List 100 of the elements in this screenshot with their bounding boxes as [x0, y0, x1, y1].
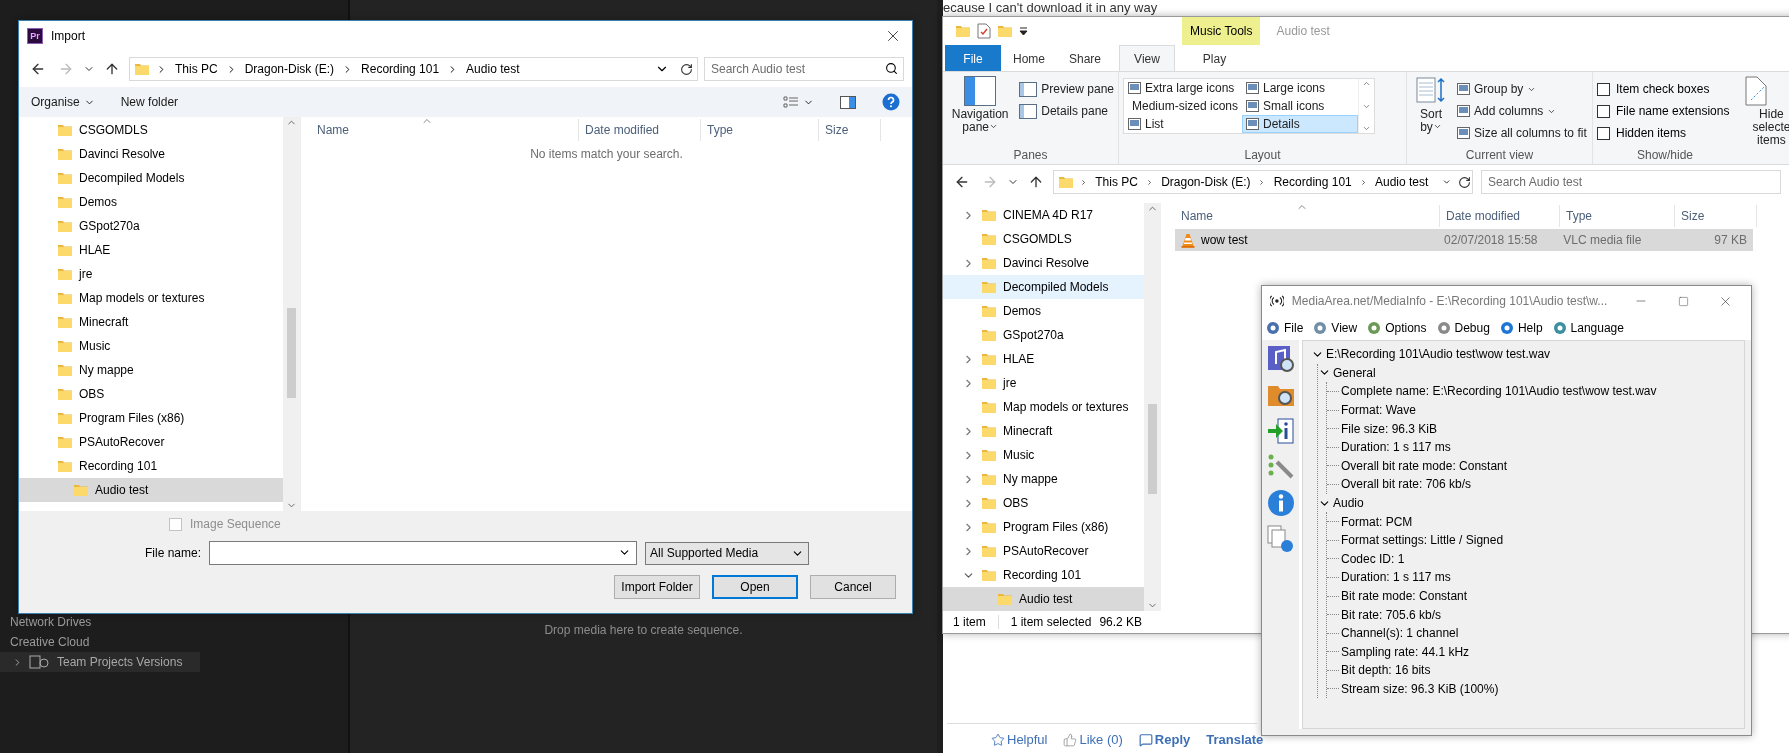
music-file-icon[interactable]	[1265, 344, 1296, 374]
dialog-button[interactable]: Import Folder	[614, 575, 700, 599]
post-action-link[interactable]: Translate	[1206, 732, 1264, 747]
breadcrumb-item[interactable]: Audio test	[1373, 175, 1431, 189]
file-name-field[interactable]	[209, 541, 638, 565]
folder-item[interactable]: Recording 101	[19, 454, 283, 478]
folder-item[interactable]: Map models or textures	[19, 286, 283, 310]
column-header[interactable]: Name	[1175, 205, 1440, 227]
new-folder-button[interactable]: New folder	[120, 95, 179, 109]
folder-item[interactable]: HLAE	[943, 347, 1144, 371]
checkbox[interactable]	[1597, 82, 1610, 96]
documents-globe-icon[interactable]	[1265, 524, 1296, 554]
column-header[interactable]: Type	[701, 119, 819, 141]
scrollbar[interactable]	[283, 117, 300, 511]
folder-item[interactable]: Decompiled Models	[943, 275, 1144, 299]
breadcrumb-item[interactable]: Recording 101	[359, 62, 442, 76]
ribbon-tab[interactable]: File	[945, 45, 1001, 71]
export-info-icon[interactable]	[1265, 416, 1296, 446]
panel-item[interactable]: Network Drives	[0, 612, 92, 632]
layout-option[interactable]: List	[1124, 115, 1242, 133]
post-action-link[interactable]: Reply	[1138, 732, 1191, 747]
folder-item[interactable]: jre	[19, 262, 283, 286]
menu-item[interactable]: File	[1266, 321, 1304, 335]
size-columns-button[interactable]: Size all columns to fit	[1457, 124, 1587, 142]
column-header[interactable]: Type	[1560, 205, 1675, 227]
organise-menu[interactable]: Organise	[31, 95, 95, 109]
folder-item[interactable]: Ny mappe	[943, 467, 1144, 491]
layout-option[interactable]: Medium-sized icons	[1124, 97, 1242, 115]
folder-item[interactable]: Decompiled Models	[19, 166, 283, 190]
tree-node[interactable]: E:\Recording 101\Audio test\wow test.wav	[1326, 347, 1551, 362]
folder-item[interactable]: HLAE	[19, 238, 283, 262]
tree-node[interactable]: General	[1333, 365, 1376, 380]
breadcrumb-item[interactable]: Dragon-Disk (E:)	[242, 62, 337, 76]
breadcrumb-item[interactable]: This PC	[173, 62, 220, 76]
view-options-button[interactable]	[783, 96, 814, 108]
menu-item[interactable]: Debug	[1436, 321, 1490, 335]
preview-pane-button[interactable]	[840, 95, 856, 109]
panel-item[interactable]: Creative Cloud	[0, 632, 90, 652]
folder-item[interactable]: CSGOMDLS	[19, 118, 283, 142]
folder-item[interactable]: OBS	[19, 382, 283, 406]
menu-item[interactable]: Language	[1552, 321, 1624, 335]
folder-item[interactable]: Music	[943, 443, 1144, 467]
folder-item[interactable]: Ny mappe	[19, 358, 283, 382]
folder-item[interactable]: Demos	[943, 299, 1144, 323]
column-header[interactable]: Date modified	[579, 119, 701, 141]
scrollbar[interactable]	[1144, 203, 1161, 611]
column-header[interactable]: Date modified	[1440, 205, 1560, 227]
tree-item[interactable]: Team Projects Versions	[0, 652, 200, 672]
column-header[interactable]: Name	[311, 119, 579, 141]
file-row[interactable]: wow test 02/07/2018 15:58 VLC media file 97 KB	[1175, 229, 1753, 251]
folder-item[interactable]: OBS	[943, 491, 1144, 515]
folder-item[interactable]: Recording 101	[943, 563, 1144, 587]
info-icon[interactable]	[1265, 488, 1296, 518]
hide-selected-button[interactable]: Hide selecte items	[1741, 76, 1789, 147]
folder-item[interactable]: CSGOMDLS	[943, 227, 1144, 251]
column-header[interactable]: Size	[1675, 205, 1757, 227]
folder-item[interactable]: Program Files (x86)	[943, 515, 1144, 539]
search-field[interactable]: Search Audio test	[704, 57, 904, 81]
breadcrumb-item[interactable]: Recording 101	[1271, 175, 1354, 189]
add-columns-button[interactable]: Add columns	[1457, 102, 1587, 120]
scrollbar-thumb[interactable]	[287, 308, 296, 398]
checkbox[interactable]	[1597, 126, 1610, 140]
folder-item[interactable]: Music	[19, 334, 283, 358]
preview-pane-button[interactable]: Preview pane	[1019, 80, 1114, 98]
folder-item[interactable]: Demos	[19, 190, 283, 214]
menu-item[interactable]: Options	[1367, 321, 1427, 335]
group-by-button[interactable]: Group by	[1457, 80, 1587, 98]
checkbox[interactable]	[1597, 104, 1610, 118]
layout-option[interactable]: Large icons	[1242, 79, 1358, 97]
address-bar[interactable]: This PC Dragon-Disk (E:) Recording 101 Audio test	[1053, 170, 1473, 194]
address-bar[interactable]: This PC Dragon-Disk (E:) Recording 101 Audio test	[129, 57, 698, 81]
file-type-dropdown[interactable]: All Supported Media	[645, 541, 810, 565]
folder-item[interactable]: Audio test	[943, 587, 1144, 611]
post-action-link[interactable]: Helpful	[991, 732, 1048, 747]
folder-item[interactable]: Audio test	[19, 478, 283, 502]
navigation-pane-button[interactable]: Navigation pane	[947, 76, 1014, 134]
column-header[interactable]: Size	[819, 119, 881, 141]
folder-item[interactable]: GSpot270a	[19, 214, 283, 238]
menu-item[interactable]: Help	[1499, 321, 1543, 335]
details-pane-button[interactable]: Details pane	[1019, 102, 1114, 120]
post-action-link[interactable]: Like (0)	[1063, 732, 1123, 747]
ribbon-tab[interactable]: View	[1119, 45, 1175, 71]
folder-item[interactable]: GSpot270a	[943, 323, 1144, 347]
folder-item[interactable]: Davinci Resolve	[19, 142, 283, 166]
layout-option[interactable]: Small icons	[1242, 97, 1358, 115]
folder-item[interactable]: Minecraft	[19, 310, 283, 334]
folder-item[interactable]: Program Files (x86)	[19, 406, 283, 430]
folder-item[interactable]: jre	[943, 371, 1144, 395]
dialog-button[interactable]: Cancel	[810, 575, 896, 599]
dialog-button[interactable]: Open	[712, 575, 798, 599]
folder-item[interactable]: PSAutoRecover	[943, 539, 1144, 563]
tree-node[interactable]: Audio	[1333, 496, 1364, 511]
folder-item[interactable]: Map models or textures	[943, 395, 1144, 419]
folder-item[interactable]: Davinci Resolve	[943, 251, 1144, 275]
breadcrumb-item[interactable]: Dragon-Disk (E:)	[1159, 175, 1253, 189]
layout-option[interactable]: Details	[1242, 115, 1358, 133]
layout-option[interactable]: Extra large icons	[1124, 79, 1242, 97]
scrollbar-thumb[interactable]	[1148, 404, 1157, 494]
folder-item[interactable]: PSAutoRecover	[19, 430, 283, 454]
breadcrumb-item[interactable]: Audio test	[464, 62, 522, 76]
